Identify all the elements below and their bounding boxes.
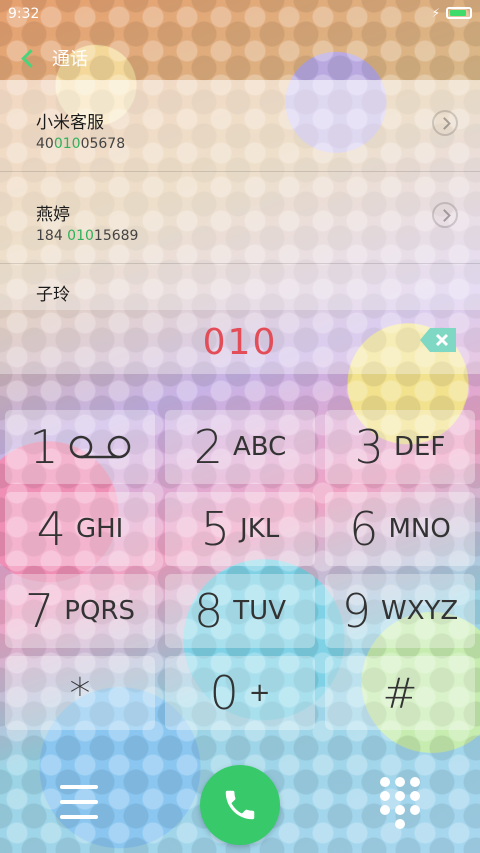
key-7[interactable]: 7 PQRS bbox=[5, 574, 155, 648]
number-prefix: 40 bbox=[36, 136, 54, 152]
contact-number: 184 01015689 bbox=[36, 228, 138, 244]
key-digit: 2 bbox=[193, 420, 223, 474]
battery-icon bbox=[446, 7, 472, 19]
key-digit: 7 bbox=[25, 584, 55, 638]
key-9[interactable]: 9 WXYZ bbox=[325, 574, 475, 648]
number-suffix: 05678 bbox=[80, 136, 126, 152]
key-digit: 6 bbox=[349, 502, 379, 556]
number-match: 010 bbox=[67, 228, 94, 244]
menu-icon[interactable] bbox=[60, 785, 98, 819]
key-5[interactable]: 5 JKL bbox=[165, 492, 315, 566]
entered-number: 010 bbox=[202, 322, 278, 363]
page-title: 通话 bbox=[52, 49, 88, 70]
key-letters: GHI bbox=[75, 514, 124, 544]
key-letters: JKL bbox=[240, 514, 280, 544]
back-icon[interactable] bbox=[18, 49, 36, 67]
key-letters: ABC bbox=[232, 432, 287, 462]
key-letters: DEF bbox=[393, 432, 446, 462]
dialpad-icon[interactable] bbox=[380, 777, 420, 829]
header: 通话 bbox=[0, 40, 480, 76]
key-letters: WXYZ bbox=[381, 596, 459, 626]
contact-row[interactable]: 子玲 bbox=[0, 264, 480, 310]
dial-display: 010 bbox=[0, 310, 480, 374]
key-digit: 3 bbox=[354, 420, 384, 474]
key-letters: TUV bbox=[233, 596, 286, 626]
key-letters: MNO bbox=[388, 514, 451, 544]
key-6[interactable]: 6 MNO bbox=[325, 492, 475, 566]
call-button[interactable] bbox=[200, 765, 280, 845]
phone-icon bbox=[225, 790, 255, 820]
contact-name: 燕婷 bbox=[36, 205, 70, 225]
key-0[interactable]: 0 + bbox=[165, 656, 315, 730]
key-hash[interactable]: # bbox=[325, 656, 475, 730]
number-prefix: 184 bbox=[36, 228, 68, 244]
key-letters: + bbox=[248, 678, 271, 708]
contact-row[interactable]: 燕婷 184 01015689 bbox=[0, 172, 480, 264]
key-digit: 8 bbox=[194, 584, 224, 638]
key-letters: PQRS bbox=[64, 596, 135, 626]
key-1[interactable]: 1 bbox=[5, 410, 155, 484]
key-3[interactable]: 3 DEF bbox=[325, 410, 475, 484]
contact-suggestions: 小米客服 4001005678 燕婷 184 01015689 子玲 bbox=[0, 80, 480, 310]
bottom-bar bbox=[0, 753, 480, 853]
keypad: 1 2 ABC 3 DEF 4 GHI 5 JKL 6 MNO 7 PQRS 8… bbox=[0, 410, 480, 740]
key-symbol: # bbox=[382, 668, 418, 718]
chevron-right-icon[interactable] bbox=[432, 110, 458, 136]
status-time: 9:32 bbox=[8, 6, 40, 22]
contact-name: 小米客服 bbox=[36, 113, 104, 133]
status-bar: 9:32 ⚡ bbox=[0, 0, 480, 30]
key-digit: 0 bbox=[209, 666, 239, 720]
contact-name: 子玲 bbox=[36, 285, 70, 305]
contact-row[interactable]: 小米客服 4001005678 bbox=[0, 80, 480, 172]
contact-number: 4001005678 bbox=[36, 136, 125, 152]
key-star[interactable]: * bbox=[5, 656, 155, 730]
chevron-right-icon[interactable] bbox=[432, 202, 458, 228]
status-icons: ⚡ bbox=[432, 6, 472, 20]
key-digit: 5 bbox=[200, 502, 231, 556]
backspace-icon[interactable] bbox=[420, 328, 456, 352]
key-2[interactable]: 2 ABC bbox=[165, 410, 315, 484]
key-digit: 1 bbox=[29, 420, 59, 474]
number-match: 010 bbox=[53, 136, 81, 152]
charging-icon: ⚡ bbox=[431, 6, 440, 20]
key-4[interactable]: 4 GHI bbox=[5, 492, 155, 566]
voicemail-icon bbox=[69, 435, 130, 459]
key-8[interactable]: 8 TUV bbox=[165, 574, 315, 648]
key-digit: 4 bbox=[36, 502, 66, 556]
number-suffix: 15689 bbox=[93, 228, 139, 244]
key-digit: 9 bbox=[341, 584, 372, 638]
key-symbol: * bbox=[69, 668, 91, 718]
